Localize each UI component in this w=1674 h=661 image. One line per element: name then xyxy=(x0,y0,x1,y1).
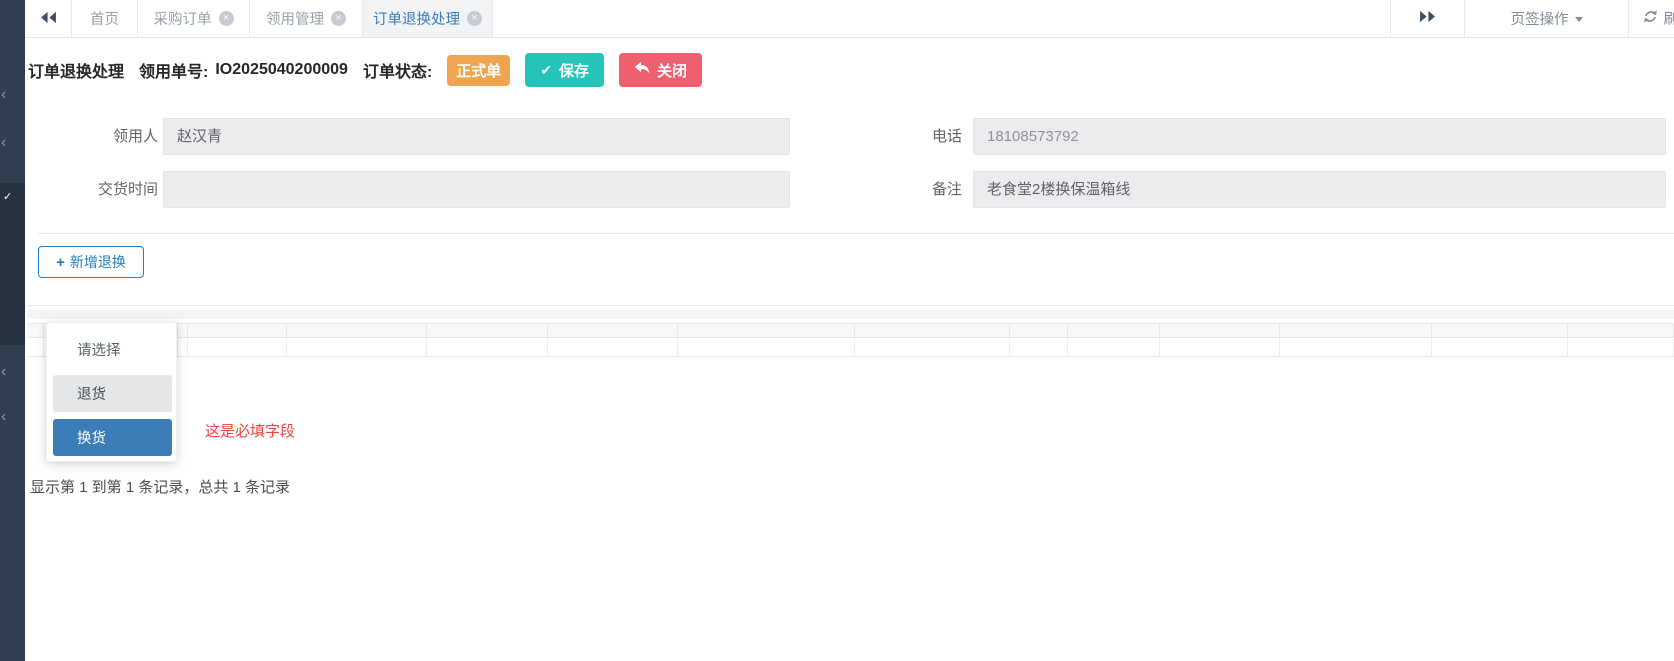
tab-home[interactable]: 首页 xyxy=(72,0,138,37)
order-number-label: 领用单号: xyxy=(139,58,208,82)
close-tab-icon[interactable]: × xyxy=(467,11,482,26)
order-toolbar: 订单退换处理 领用单号: IO2025040200009 订单状态: 正式单 ✔… xyxy=(28,52,702,88)
chevron-left-icon[interactable]: ‹ xyxy=(1,135,6,151)
required-field-message: 这是必填字段 xyxy=(205,420,295,441)
record-count-summary: 显示第 1 到第 1 条记录，总共 1 条记录 xyxy=(30,476,290,497)
sidebar-active-section xyxy=(0,183,25,345)
tab-label: 采购订单 xyxy=(154,8,212,29)
table-cell xyxy=(1432,339,1568,356)
close-tab-icon[interactable]: × xyxy=(219,11,234,26)
caret-down-icon xyxy=(1575,17,1583,22)
tab-operations-dropdown[interactable]: 页签操作 xyxy=(1464,0,1628,37)
check-icon[interactable]: ✓ xyxy=(3,192,12,203)
table-header-cell xyxy=(1280,324,1432,337)
save-label: 保存 xyxy=(559,60,589,81)
field-label-requisitioner: 领用人 xyxy=(28,118,158,155)
table-header-cell xyxy=(178,324,188,337)
tab-requisition-management[interactable]: 领用管理 × xyxy=(250,0,363,37)
chevron-left-icon[interactable]: ‹ xyxy=(1,87,6,103)
add-return-exchange-button[interactable]: + 新增退换 xyxy=(38,246,144,278)
close-tab-icon[interactable]: × xyxy=(331,11,346,26)
table-header-cell xyxy=(1010,324,1068,337)
table-header-cell xyxy=(188,324,287,337)
close-button[interactable]: 关闭 xyxy=(619,53,702,87)
phone-field: 18108573792 xyxy=(973,118,1666,155)
chevron-left-icon[interactable]: ‹ xyxy=(1,364,6,380)
plus-icon: + xyxy=(56,254,65,271)
table-header-cell xyxy=(548,324,678,337)
page-title: 订单退换处理 xyxy=(28,58,124,82)
refresh-label: 刷新 xyxy=(1664,8,1674,29)
tab-label: 订单退换处理 xyxy=(373,8,460,29)
table-cell xyxy=(178,339,188,356)
dropdown-option-return[interactable]: 退货 xyxy=(53,375,172,412)
add-return-exchange-label: 新增退换 xyxy=(70,252,126,272)
table-cell xyxy=(678,339,855,356)
table-header-cell xyxy=(1432,324,1568,337)
table-cell xyxy=(1068,339,1160,356)
dropdown-option-placeholder[interactable]: 请选择 xyxy=(53,331,172,367)
tab-bar: 首页 采购订单 × 领用管理 × 订单退换处理 × 页签操作 xyxy=(25,0,1674,38)
table-toolbar-strip xyxy=(28,310,1674,319)
tab-bar-right-controls: 页签操作 刷新 xyxy=(1390,0,1674,37)
save-button[interactable]: ✔ 保存 xyxy=(525,53,604,87)
check-icon: ✔ xyxy=(540,62,552,79)
reply-arrow-icon xyxy=(634,61,650,79)
table-header-cell xyxy=(427,324,548,337)
tab-label: 领用管理 xyxy=(266,8,324,29)
table-cell xyxy=(1280,339,1432,356)
table-cell xyxy=(1160,339,1280,356)
delivery-time-field xyxy=(163,171,790,208)
tab-order-return-processing[interactable]: 订单退换处理 × xyxy=(363,0,493,37)
tab-purchase-order[interactable]: 采购订单 × xyxy=(138,0,250,37)
scroll-tabs-right-button[interactable] xyxy=(1390,0,1464,37)
table-header-row xyxy=(28,323,1674,338)
order-number-value: IO2025040200009 xyxy=(215,61,348,79)
table-cell xyxy=(548,339,678,356)
table-cell xyxy=(28,339,44,356)
table-cell xyxy=(287,339,427,356)
table-header-cell xyxy=(855,324,1010,337)
table-header-cell xyxy=(1068,324,1160,337)
tab-label: 首页 xyxy=(90,8,119,29)
scroll-tabs-left-button[interactable] xyxy=(25,0,72,37)
field-label-remarks: 备注 xyxy=(850,171,962,208)
tab-operations-label: 页签操作 xyxy=(1511,8,1569,29)
table-cell xyxy=(855,339,1010,356)
table-header-cell xyxy=(28,324,44,337)
table-top-border xyxy=(28,305,1674,306)
collapsed-sidebar: ‹ ‹ ✓ ‹ ‹ xyxy=(0,0,25,661)
status-badge: 正式单 xyxy=(447,55,510,86)
field-label-phone: 电话 xyxy=(850,118,962,155)
order-status-label: 订单状态: xyxy=(363,58,432,82)
section-divider xyxy=(38,233,1674,234)
order-number-pair: 领用单号: IO2025040200009 xyxy=(139,58,348,82)
table-row xyxy=(28,339,1674,357)
table-cell xyxy=(1568,339,1674,356)
refresh-icon xyxy=(1643,9,1658,28)
table-cell xyxy=(427,339,548,356)
table-cell xyxy=(1010,339,1068,356)
table-header-cell xyxy=(1568,324,1674,337)
table-cell xyxy=(188,339,287,356)
app-window: ‹ ‹ ✓ ‹ ‹ 首页 采购订单 × 领用管理 × 订单退换处理 × xyxy=(0,0,1674,661)
remarks-field: 老食堂2楼换保温箱线 xyxy=(973,171,1666,208)
table-header-cell xyxy=(287,324,427,337)
fast-forward-icon xyxy=(1419,10,1436,27)
requisitioner-field: 赵汉青 xyxy=(163,118,790,155)
chevron-left-icon[interactable]: ‹ xyxy=(1,409,6,425)
dropdown-option-exchange[interactable]: 换货 xyxy=(53,419,172,456)
table-header-cell xyxy=(1160,324,1280,337)
return-type-dropdown: 请选择 退货 换货 xyxy=(46,322,177,462)
rewind-icon xyxy=(40,11,57,27)
close-label: 关闭 xyxy=(657,60,687,81)
table-header-cell xyxy=(678,324,855,337)
refresh-button[interactable]: 刷新 xyxy=(1628,0,1674,37)
field-label-delivery-time: 交货时间 xyxy=(28,171,158,208)
